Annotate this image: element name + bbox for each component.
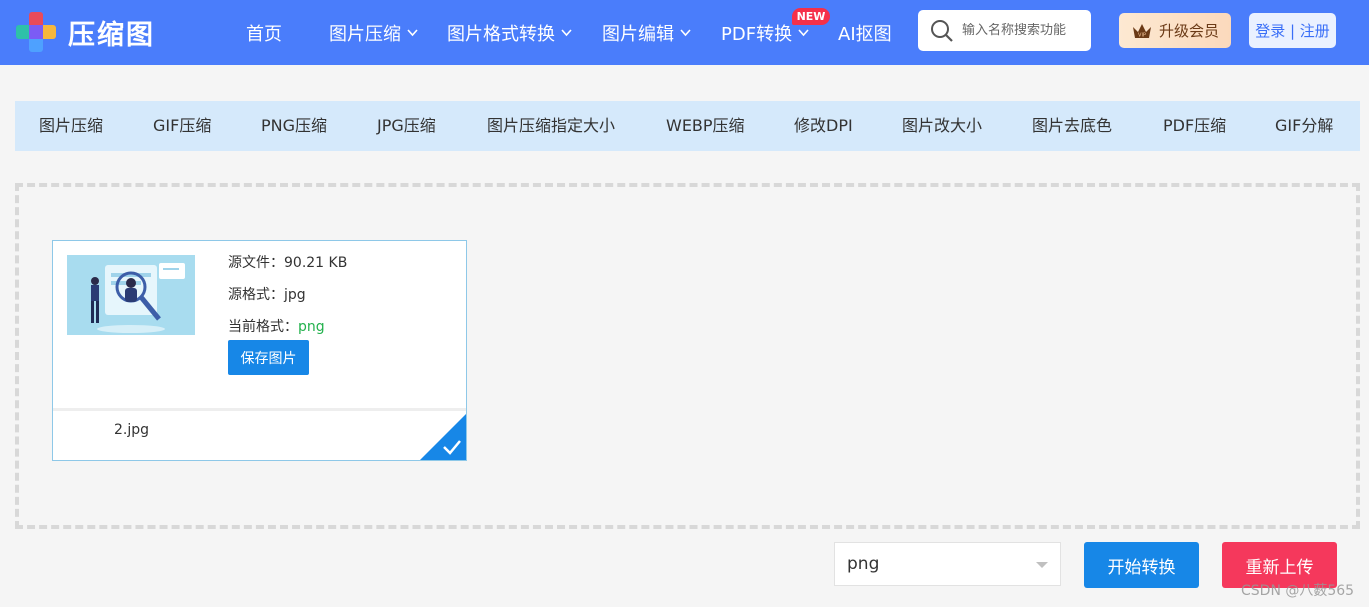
tab-jpg-compress[interactable]: JPG压缩 — [377, 101, 436, 151]
top-header: 压缩图 首页 图片压缩 图片格式转换 图片编辑 PDF转换 NEW AI抠图 V… — [0, 0, 1369, 65]
nav-format-convert[interactable]: 图片格式转换 — [447, 0, 573, 65]
file-name: 2.jpg — [114, 422, 150, 438]
vip-label: 升级会员 — [1158, 22, 1219, 40]
nav-image-compress[interactable]: 图片压缩 — [329, 0, 419, 65]
crown-vip-icon: VIP — [1132, 23, 1151, 38]
tab-image-compress[interactable]: 图片压缩 — [39, 101, 103, 151]
nav-image-edit-label: 图片编辑 — [602, 23, 674, 45]
nav-home-label: 首页 — [246, 23, 282, 45]
current-format: 当前格式：png — [228, 316, 325, 336]
nav-pdf-convert-label: PDF转换 — [721, 23, 793, 45]
output-format-value: png — [847, 554, 880, 574]
tab-webp-compress[interactable]: WEBP压缩 — [666, 101, 745, 151]
nav-image-compress-label: 图片压缩 — [329, 23, 401, 45]
upgrade-vip-button[interactable]: VIP 升级会员 — [1119, 13, 1231, 48]
nav-ai-cutout[interactable]: AI抠图 — [838, 0, 892, 65]
source-file-label: 源文件： — [228, 255, 284, 271]
tab-png-compress[interactable]: PNG压缩 — [261, 101, 327, 151]
source-format-value: jpg — [284, 287, 306, 303]
login-label: 登录 | 注册 — [1255, 22, 1330, 40]
tab-resize-image[interactable]: 图片改大小 — [902, 101, 982, 151]
new-badge: NEW — [792, 8, 830, 25]
file-card: 源文件：90.21 KB 源格式：jpg 当前格式：png 保存图片 2.jpg — [52, 240, 467, 461]
source-file-size-value: 90.21 KB — [284, 255, 348, 271]
tab-modify-dpi[interactable]: 修改DPI — [794, 101, 853, 151]
tab-gif-split[interactable]: GIF分解 — [1275, 101, 1333, 151]
search-icon — [931, 19, 953, 42]
tab-gif-compress[interactable]: GIF压缩 — [153, 101, 211, 151]
logo-cross-icon — [16, 12, 56, 52]
current-format-label: 当前格式： — [228, 319, 298, 335]
image-thumbnail[interactable] — [67, 255, 195, 335]
tab-remove-background[interactable]: 图片去底色 — [1032, 101, 1112, 151]
caret-down-icon — [1036, 562, 1048, 568]
nav-ai-cutout-label: AI抠图 — [838, 23, 892, 45]
source-format: 源格式：jpg — [228, 284, 306, 304]
nav-image-edit[interactable]: 图片编辑 — [602, 0, 692, 65]
login-register-button[interactable]: 登录 | 注册 — [1249, 13, 1336, 48]
logo-text: 压缩图 — [68, 19, 155, 51]
tool-tabbar: 图片压缩 GIF压缩 PNG压缩 JPG压缩 图片压缩指定大小 WEBP压缩 修… — [15, 101, 1360, 151]
card-divider — [53, 408, 466, 411]
chevron-down-icon — [407, 29, 418, 37]
search-box[interactable] — [918, 10, 1091, 51]
save-image-button[interactable]: 保存图片 — [228, 340, 309, 375]
checkmark-corner-icon — [420, 414, 466, 460]
tab-compress-to-size[interactable]: 图片压缩指定大小 — [487, 101, 615, 151]
chevron-down-icon — [798, 29, 809, 37]
nav-home[interactable]: 首页 — [246, 0, 282, 65]
chevron-down-icon — [561, 29, 572, 37]
chevron-down-icon — [680, 29, 691, 37]
thumbnail-illustration — [67, 255, 195, 335]
site-logo[interactable]: 压缩图 — [14, 9, 164, 55]
search-input[interactable] — [962, 23, 1082, 38]
output-format-select[interactable]: png — [834, 542, 1061, 586]
tab-pdf-compress[interactable]: PDF压缩 — [1163, 101, 1226, 151]
nav-format-convert-label: 图片格式转换 — [447, 23, 555, 45]
source-file-size: 源文件：90.21 KB — [228, 252, 347, 272]
start-convert-button[interactable]: 开始转换 — [1084, 542, 1199, 588]
source-format-label: 源格式： — [228, 287, 284, 303]
csdn-watermark: CSDN @八薮565 — [1241, 583, 1355, 599]
current-format-value: png — [298, 319, 325, 335]
svg-text:VIP: VIP — [1138, 32, 1146, 38]
